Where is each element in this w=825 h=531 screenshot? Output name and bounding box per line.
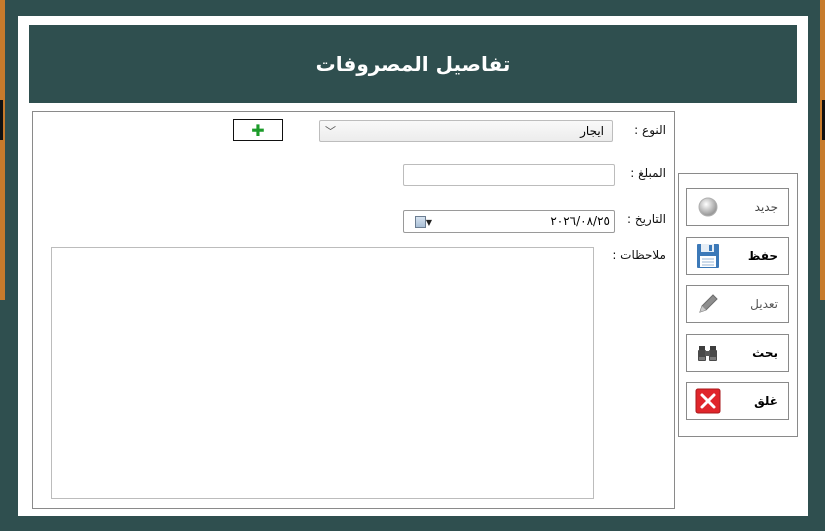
plus-icon: ✚ <box>251 120 265 140</box>
amount-label: المبلغ : <box>630 166 666 180</box>
notes-label: ملاحظات : <box>612 248 666 262</box>
edit-button[interactable]: تعديل <box>686 285 789 323</box>
date-picker[interactable]: ٢٠٢٦/٠٨/٢٥ ▼ <box>403 210 615 233</box>
form-panel: النوع : ايجار ﹀ ✚ المبلغ : التاريخ : ٢٠٢… <box>32 111 675 509</box>
close-x-icon <box>695 388 721 414</box>
actions-panel: جديد حفظ تعديل بحث غلق <box>678 173 798 437</box>
type-select[interactable]: ايجار ﹀ <box>319 120 613 142</box>
date-value: ٢٠٢٦/٠٨/٢٥ <box>550 214 610 228</box>
date-label: التاريخ : <box>626 212 666 226</box>
calendar-dropdown-icon[interactable]: ▼ <box>408 215 432 229</box>
amount-input[interactable] <box>403 164 615 186</box>
background-edge-right <box>820 0 825 300</box>
save-button-label: حفظ <box>747 249 778 263</box>
expense-details-window: تفاصيل المصروفات النوع : ايجار ﹀ ✚ المبل… <box>18 16 808 516</box>
page-title: تفاصيل المصروفات <box>315 52 511 76</box>
new-button[interactable]: جديد <box>686 188 789 226</box>
type-label: النوع : <box>634 123 666 137</box>
notes-textarea[interactable] <box>51 247 594 499</box>
edit-pencil-icon <box>699 294 718 313</box>
search-button[interactable]: بحث <box>686 334 789 372</box>
save-button[interactable]: حفظ <box>686 237 789 275</box>
background-edge-left-dark <box>0 100 3 140</box>
edit-button-label: تعديل <box>750 297 778 311</box>
binoculars-icon <box>698 346 717 361</box>
new-circle-icon <box>698 197 718 217</box>
chevron-down-icon: ﹀ <box>325 125 336 138</box>
close-button[interactable]: غلق <box>686 382 789 420</box>
new-button-label: جديد <box>754 200 778 214</box>
save-floppy-icon <box>697 244 719 268</box>
close-button-label: غلق <box>754 394 778 408</box>
calendar-icon <box>414 216 426 228</box>
type-select-value: ايجار <box>580 124 604 138</box>
search-button-label: بحث <box>752 346 778 360</box>
background-edge-left <box>0 0 5 300</box>
triangle-down-icon: ▼ <box>425 217 432 227</box>
header-banner: تفاصيل المصروفات <box>29 25 797 103</box>
add-type-button[interactable]: ✚ <box>233 119 283 141</box>
